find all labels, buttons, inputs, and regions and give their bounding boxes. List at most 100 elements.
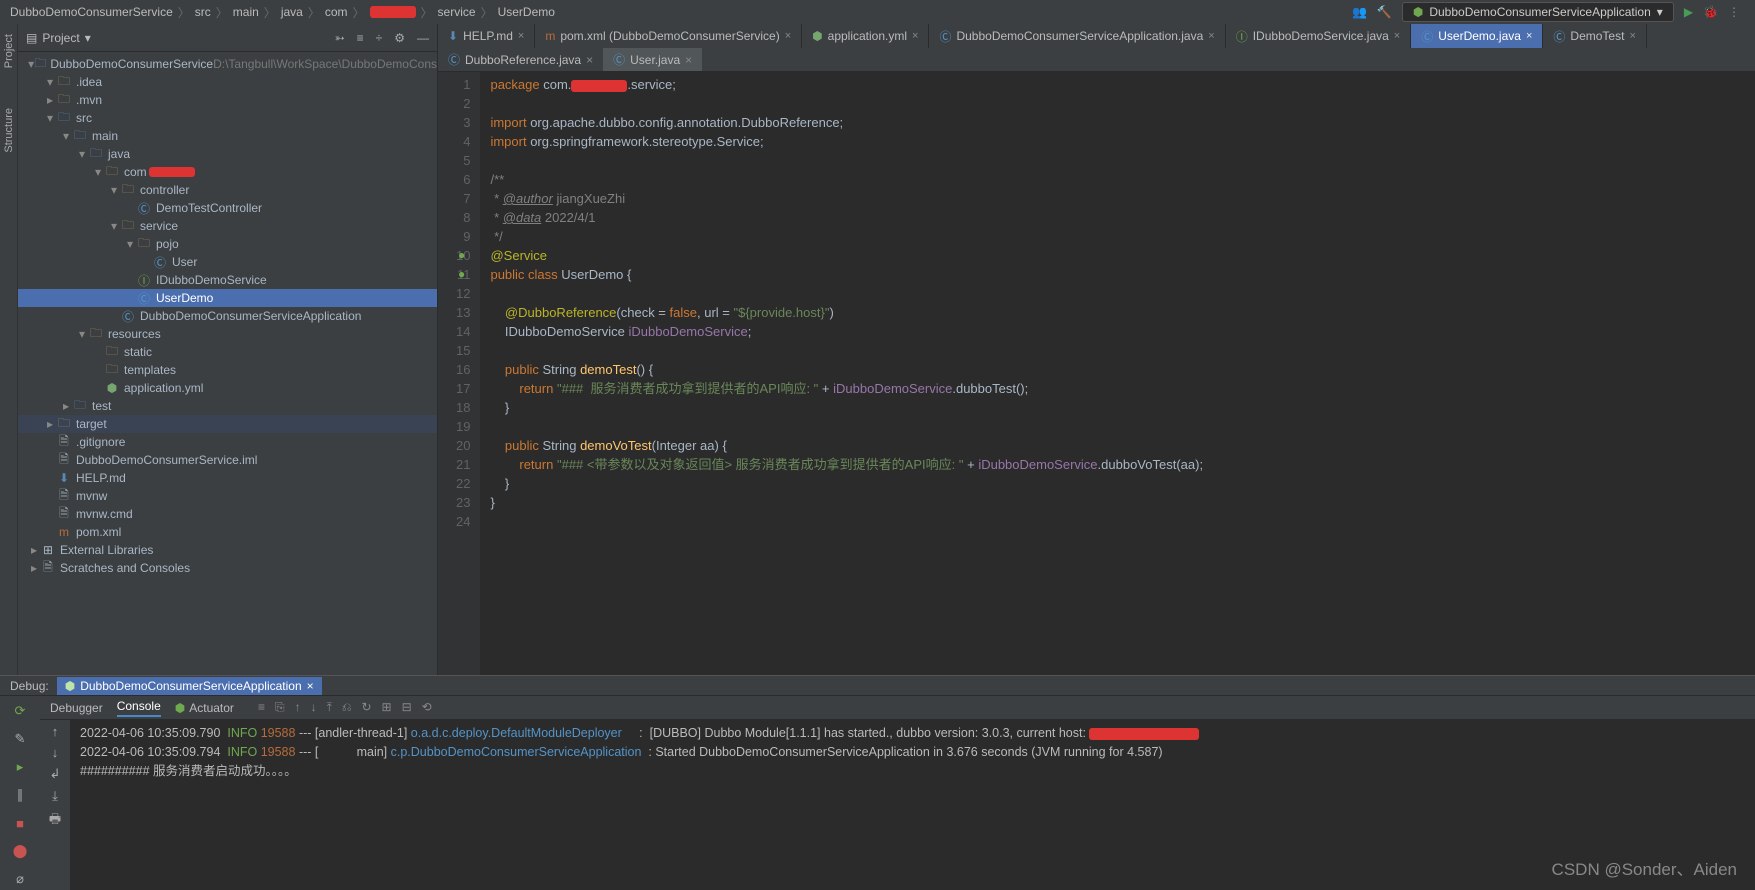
tree-node[interactable]: ⒾIDubboDemoService bbox=[18, 271, 437, 289]
run-icon[interactable]: ▶ bbox=[1684, 5, 1693, 19]
tree-node[interactable]: ⬇HELP.md bbox=[18, 469, 437, 487]
print-icon[interactable]: 🖶 bbox=[49, 810, 61, 832]
tree-node[interactable]: ⒸDemoTestController bbox=[18, 199, 437, 217]
tree-node[interactable]: ▾🗀.idea bbox=[18, 73, 437, 91]
gutter[interactable]: 12345678910●11●1213141516171819202122232… bbox=[438, 72, 480, 675]
expand-all-icon[interactable]: ≡ bbox=[357, 31, 364, 45]
breadcrumb-item[interactable] bbox=[370, 6, 416, 18]
modify-icon[interactable]: ✎ bbox=[9, 728, 31, 750]
tree-node[interactable]: ▸🗀target bbox=[18, 415, 437, 433]
toolbar-icon[interactable]: ⊟ bbox=[402, 700, 412, 715]
code-editor[interactable]: 12345678910●11●1213141516171819202122232… bbox=[438, 72, 1755, 675]
close-icon[interactable]: × bbox=[1629, 30, 1635, 42]
collapse-all-icon[interactable]: ÷ bbox=[376, 31, 383, 45]
close-icon[interactable]: × bbox=[1526, 30, 1532, 42]
pause-icon[interactable]: ∥ bbox=[9, 784, 31, 806]
tree-node[interactable]: ⒸUser bbox=[18, 253, 437, 271]
toolbar-icon[interactable]: ⎘ bbox=[275, 700, 285, 715]
tree-node[interactable]: ▾🗀java bbox=[18, 145, 437, 163]
editor-tab[interactable]: ⒾIDubboDemoService.java× bbox=[1226, 24, 1412, 48]
close-icon[interactable]: × bbox=[586, 53, 593, 67]
tree-node[interactable]: ▸🗎Scratches and Consoles bbox=[18, 559, 437, 577]
tree-node[interactable]: ▾🗀com bbox=[18, 163, 437, 181]
close-icon[interactable]: × bbox=[307, 679, 314, 693]
editor-tab[interactable]: ⒸDubboDemoConsumerServiceApplication.jav… bbox=[929, 24, 1225, 48]
tree-node[interactable]: ▸🗀.mvn bbox=[18, 91, 437, 109]
debug-tab-debugger[interactable]: Debugger bbox=[50, 701, 103, 715]
source-code[interactable]: package com..service; import org.apache.… bbox=[480, 72, 1203, 675]
hide-icon[interactable]: — bbox=[417, 31, 429, 45]
debug-tab-actuator[interactable]: ⬢Actuator bbox=[175, 701, 234, 715]
tree-node[interactable]: 🗎.gitignore bbox=[18, 433, 437, 451]
breakpoints-icon[interactable]: ⬤ bbox=[9, 840, 31, 862]
tree-node[interactable]: ▸🗀test bbox=[18, 397, 437, 415]
tree-node[interactable]: ▾🗀DubboDemoConsumerService D:\Tangbull\W… bbox=[18, 55, 437, 73]
editor-tab[interactable]: ⒸDemoTest× bbox=[1543, 24, 1646, 48]
close-icon[interactable]: × bbox=[518, 30, 524, 42]
editor-tab[interactable]: ⬇HELP.md× bbox=[438, 24, 535, 48]
breadcrumb-item[interactable]: java bbox=[281, 5, 303, 19]
project-tree[interactable]: ▾🗀DubboDemoConsumerService D:\Tangbull\W… bbox=[18, 52, 437, 675]
rerun-icon[interactable]: ⟳ bbox=[9, 700, 31, 722]
select-opened-icon[interactable]: ➳ bbox=[335, 31, 345, 45]
tree-node[interactable]: 🗀templates bbox=[18, 361, 437, 379]
tree-node[interactable]: ▾🗀src bbox=[18, 109, 437, 127]
up-icon[interactable]: ↑ bbox=[52, 724, 59, 739]
settings-icon[interactable]: ⚙ bbox=[394, 31, 405, 45]
tree-node[interactable]: ⬢application.yml bbox=[18, 379, 437, 397]
toolbar-icon[interactable]: ⎌ bbox=[342, 700, 352, 715]
soft-wrap-icon[interactable]: ↲ bbox=[50, 766, 61, 782]
build-icon[interactable]: 🔨 bbox=[1377, 5, 1392, 19]
close-icon[interactable]: × bbox=[912, 30, 918, 42]
tree-node[interactable]: 🗎mvnw bbox=[18, 487, 437, 505]
tree-node[interactable]: 🗎DubboDemoConsumerService.iml bbox=[18, 451, 437, 469]
editor-subtab[interactable]: ⒸDubboReference.java× bbox=[438, 48, 603, 71]
tree-node[interactable]: ▾🗀service bbox=[18, 217, 437, 235]
tree-node[interactable]: ▾🗀resources bbox=[18, 325, 437, 343]
tree-node[interactable]: ▾🗀main bbox=[18, 127, 437, 145]
console-output[interactable]: 2022-04-06 10:35:09.790 INFO 19588 --- [… bbox=[70, 720, 1755, 890]
debug-tab-console[interactable]: Console bbox=[117, 699, 161, 717]
editor-subtab[interactable]: ⒸUser.java× bbox=[603, 48, 702, 71]
close-icon[interactable]: × bbox=[685, 53, 692, 67]
structure-strip[interactable]: Structure bbox=[3, 108, 15, 153]
tree-node[interactable]: 🗀static bbox=[18, 343, 437, 361]
stop-icon[interactable]: ■ bbox=[9, 812, 31, 834]
breadcrumb-item[interactable]: com bbox=[325, 5, 348, 19]
toolbar-icon[interactable]: ↓ bbox=[311, 700, 317, 715]
down-icon[interactable]: ↓ bbox=[52, 745, 59, 760]
tree-node[interactable]: ⒸDubboDemoConsumerServiceApplication bbox=[18, 307, 437, 325]
tree-node[interactable]: ⒸUserDemo bbox=[18, 289, 437, 307]
debug-app-tab[interactable]: ⬢ DubboDemoConsumerServiceApplication × bbox=[57, 677, 322, 695]
scroll-end-icon[interactable]: ⤓ bbox=[52, 788, 58, 804]
more-icon[interactable]: ⋮ bbox=[1728, 5, 1740, 19]
toolbar-icon[interactable]: ⤒ bbox=[327, 700, 332, 715]
toolbar-icon[interactable]: ↑ bbox=[295, 700, 301, 715]
editor-tab[interactable]: ⬢application.yml× bbox=[802, 24, 929, 48]
close-icon[interactable]: × bbox=[785, 30, 791, 42]
breadcrumb-item[interactable]: UserDemo bbox=[498, 5, 555, 19]
mute-bp-icon[interactable]: ⌀ bbox=[9, 868, 31, 890]
breadcrumb-item[interactable]: DubboDemoConsumerService bbox=[10, 5, 173, 19]
resume-icon[interactable]: ▸ bbox=[9, 756, 31, 778]
tree-node[interactable]: ▾🗀controller bbox=[18, 181, 437, 199]
tree-node[interactable]: mpom.xml bbox=[18, 523, 437, 541]
toolbar-icon[interactable]: ↻ bbox=[361, 700, 371, 715]
people-icon[interactable]: 👥 bbox=[1352, 5, 1367, 19]
tree-node[interactable]: ▸⊞External Libraries bbox=[18, 541, 437, 559]
breadcrumb-item[interactable]: service bbox=[438, 5, 476, 19]
close-icon[interactable]: × bbox=[1394, 30, 1400, 42]
close-icon[interactable]: × bbox=[1208, 30, 1214, 42]
debug-icon[interactable]: 🐞 bbox=[1703, 5, 1718, 19]
tree-node[interactable]: ▾🗀pojo bbox=[18, 235, 437, 253]
breadcrumb-item[interactable]: src bbox=[195, 5, 211, 19]
breadcrumb[interactable]: DubboDemoConsumerService〉src〉main〉java〉c… bbox=[0, 4, 555, 21]
run-config-select[interactable]: ⬢ DubboDemoConsumerServiceApplication ▾ bbox=[1402, 2, 1674, 22]
editor-tab[interactable]: ⒸUserDemo.java× bbox=[1411, 24, 1543, 48]
toolbar-icon[interactable]: ⊞ bbox=[382, 700, 392, 715]
toolbar-icon[interactable]: ≡ bbox=[258, 700, 265, 715]
breadcrumb-item[interactable]: main bbox=[233, 5, 259, 19]
chevron-down-icon[interactable]: ▾ bbox=[85, 31, 91, 45]
toolbar-icon[interactable]: ⟲ bbox=[422, 700, 432, 715]
editor-tab[interactable]: mpom.xml (DubboDemoConsumerService)× bbox=[535, 24, 802, 48]
